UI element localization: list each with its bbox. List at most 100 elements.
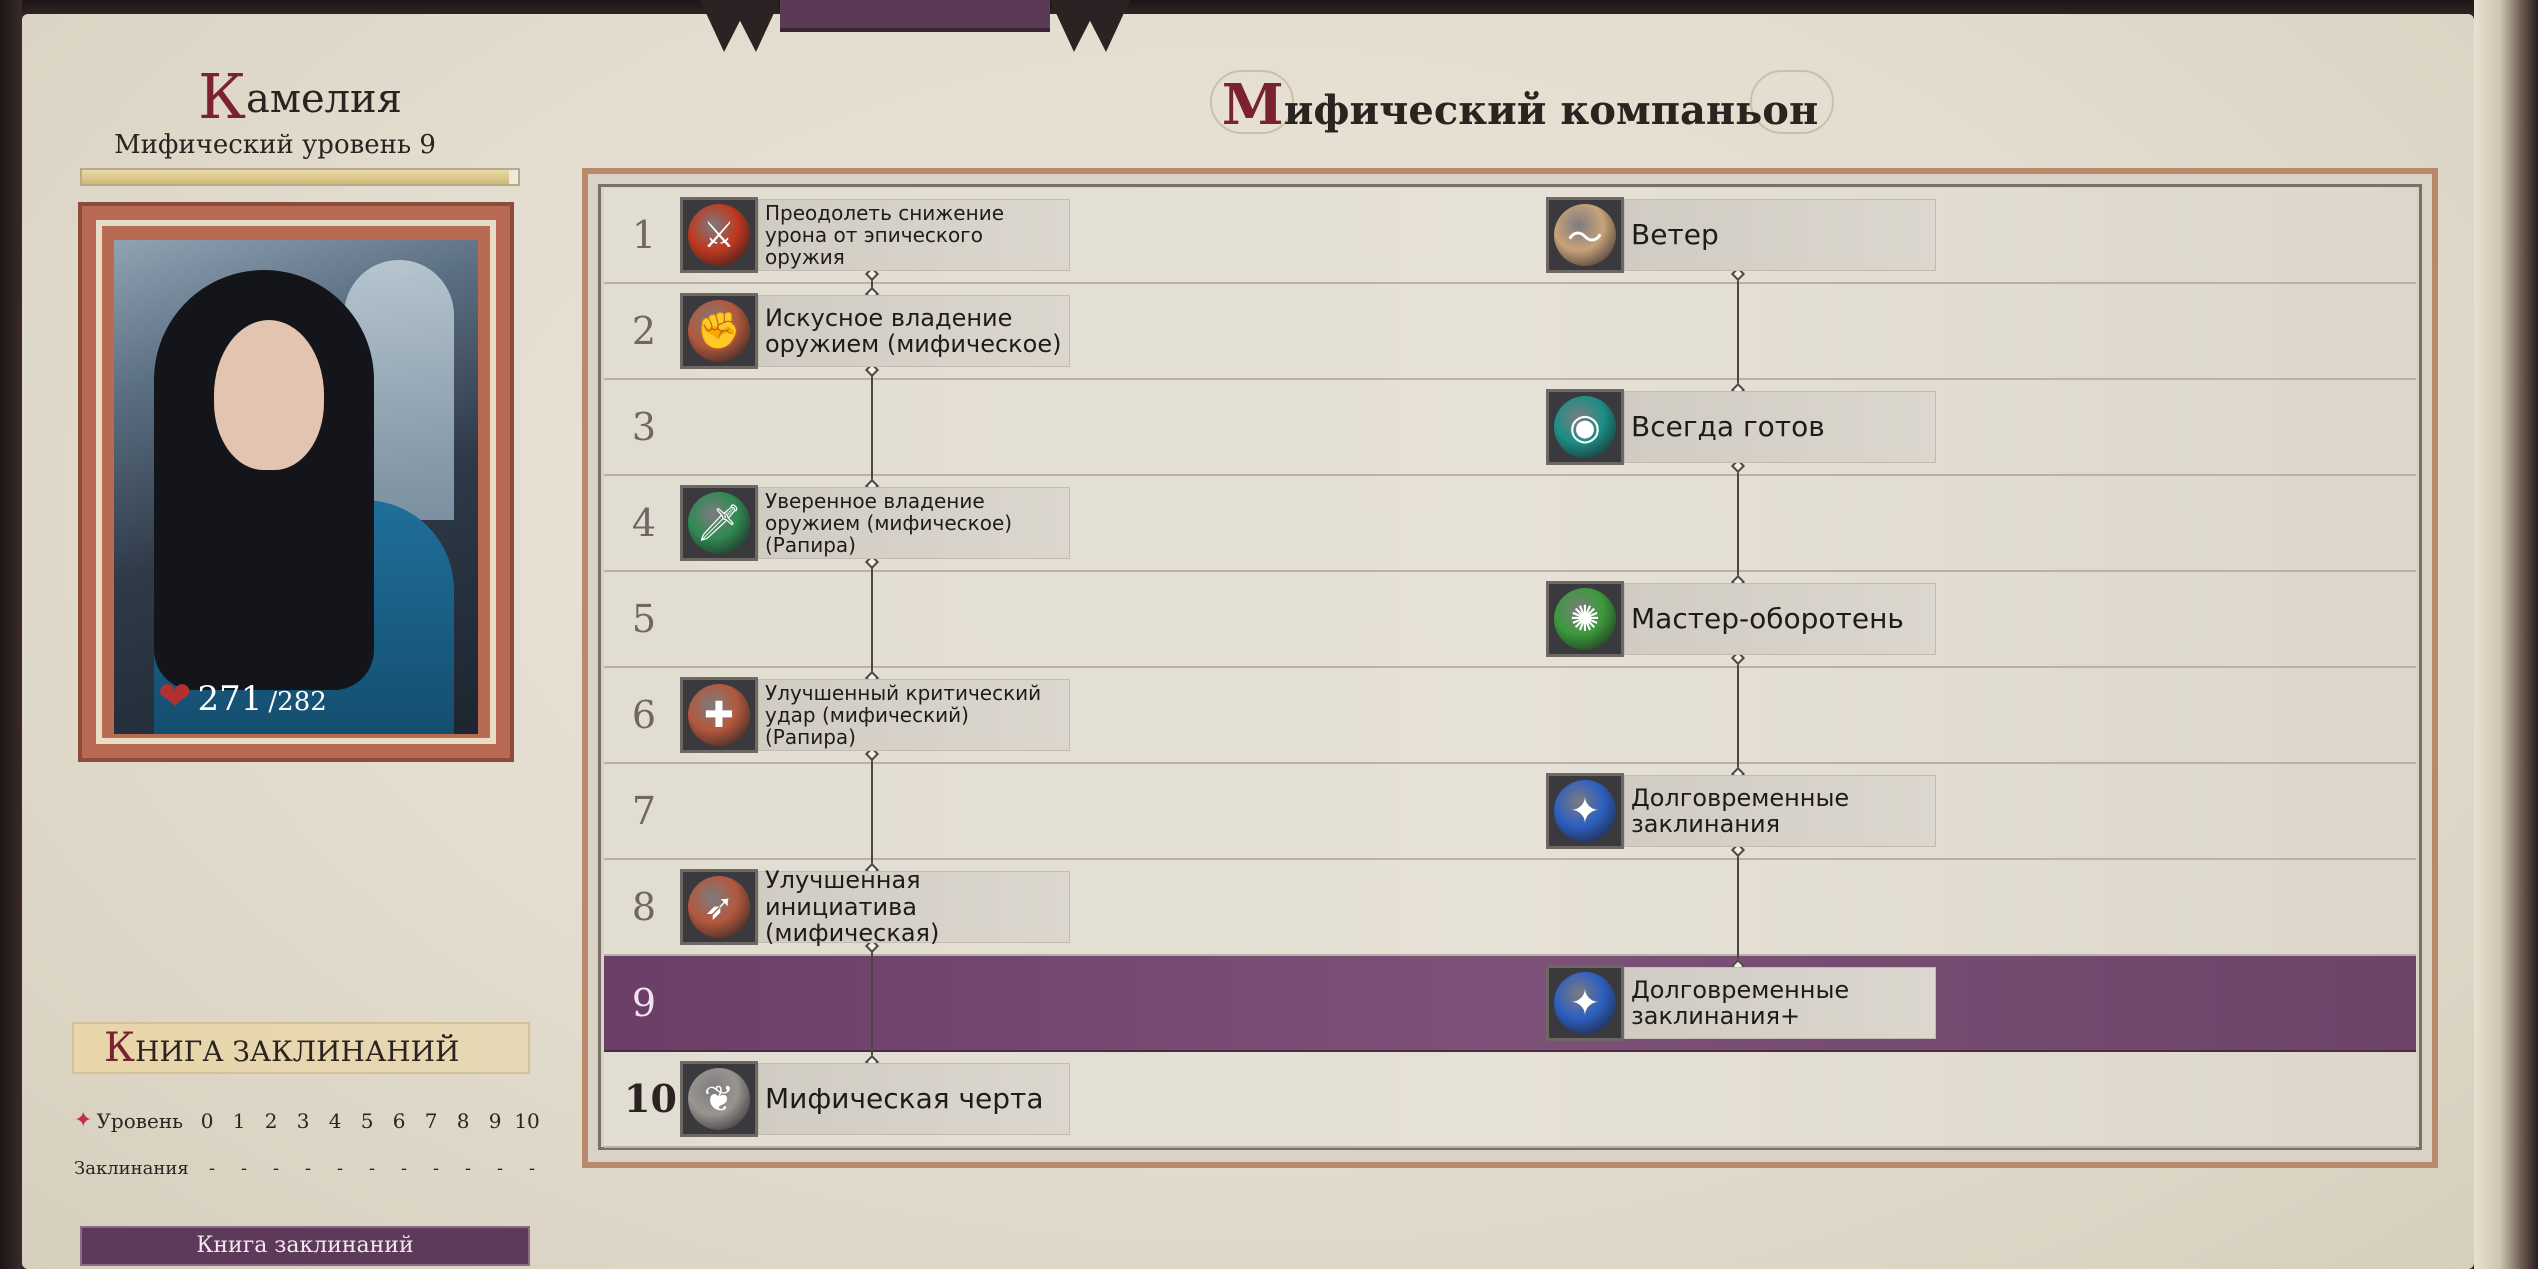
row-number: 2: [631, 309, 657, 353]
ability-weapon-slash[interactable]: ⚔ Преодолеть снижение урона от эпического…: [680, 197, 1070, 273]
weapon-slash-icon: ⚔: [688, 204, 750, 266]
ability-label: Мифическая черта: [758, 1063, 1070, 1135]
spell-level-0: 0: [200, 1108, 214, 1133]
ability-weapon-focus[interactable]: ✊ Искусное владение оружием (мифическое): [680, 293, 1070, 369]
spell-level-10: 10: [514, 1108, 540, 1133]
row-number: 10: [624, 1076, 677, 1121]
ability-icon-frame[interactable]: ✺: [1546, 581, 1624, 657]
top-ornament: [700, 0, 1130, 52]
spellbook-heading: КНИГА ЗАКЛИНАНИЙ: [72, 1022, 530, 1074]
extend-spell-icon: ✦: [1554, 780, 1616, 842]
ability-icon-frame[interactable]: ✚: [680, 677, 758, 753]
mythic-row-3[interactable]: 3: [604, 380, 2416, 476]
portrait-frame[interactable]: ❤ 271/282: [78, 202, 514, 762]
spell-count: -: [240, 1158, 248, 1179]
character-portrait: ❤ 271/282: [114, 240, 478, 734]
progression-line: [1737, 273, 1739, 391]
spell-count: -: [208, 1158, 216, 1179]
spell-levels-row: ✦ Уровень 0 1 2 3 4 5 6 7 8 9 10: [74, 1108, 543, 1133]
row-number: 3: [631, 405, 657, 449]
spell-level-5: 5: [360, 1108, 374, 1133]
progression-line: [1737, 465, 1739, 583]
row-number: 6: [631, 693, 657, 737]
winged-icon: ❦: [688, 1068, 750, 1130]
spell-count: -: [464, 1158, 472, 1179]
ability-label: Уверенное владение оружием (мифическое) …: [758, 487, 1070, 559]
wind-icon: 〜: [1554, 204, 1616, 266]
ability-icon-frame[interactable]: ➶: [680, 869, 758, 945]
spell-counts: -----------: [196, 1158, 548, 1179]
spell-level-1: 1: [232, 1108, 246, 1133]
hit-points: ❤ 271/282: [158, 674, 327, 720]
ability-label: Долговременные заклинания+: [1624, 967, 1936, 1039]
spell-level-7: 7: [424, 1108, 438, 1133]
spell-count: -: [400, 1158, 408, 1179]
progression-line: [871, 753, 873, 871]
ability-eye-claw[interactable]: ◉ Всегда готов: [1546, 389, 1936, 465]
ability-label: Искусное владение оружием (мифическое): [758, 295, 1070, 367]
mythic-xp-bar: [80, 168, 520, 186]
ability-wind[interactable]: 〜 Ветер: [1546, 197, 1936, 273]
page-title: Мифический компаньон: [1221, 72, 1819, 138]
spell-count: -: [304, 1158, 312, 1179]
ornament-claw-left: [700, 0, 780, 52]
extend-spell-plus-icon: ✦: [1554, 972, 1616, 1034]
ability-icon-frame[interactable]: ✦: [1546, 965, 1624, 1041]
spell-count: -: [528, 1158, 536, 1179]
row-number: 9: [631, 981, 657, 1025]
ability-sword[interactable]: 🗡 Уверенное владение оружием (мифическое)…: [680, 485, 1070, 561]
progression-line: [1737, 657, 1739, 775]
mythic-level-label: Мифический уровень 9: [114, 130, 436, 160]
ability-label: Долговременные заклинания: [1624, 775, 1936, 847]
window-frame-right: [2474, 0, 2538, 1269]
ability-winged[interactable]: ❦ Мифическая черта: [680, 1061, 1070, 1137]
ability-label: Улучшенная инициатива (мифическая): [758, 867, 1070, 946]
progression-line: [871, 561, 873, 679]
spell-count: -: [272, 1158, 280, 1179]
wolf-icon: ✺: [1554, 588, 1616, 650]
ability-extend-spell[interactable]: ✦ Долговременные заклинания: [1546, 773, 1936, 849]
ornament-claw-right: [1050, 0, 1130, 52]
ability-icon-frame[interactable]: ✊: [680, 293, 758, 369]
ability-icon-frame[interactable]: ❦: [680, 1061, 758, 1137]
mythic-row-7[interactable]: 7: [604, 764, 2416, 860]
spell-level-4: 4: [328, 1108, 342, 1133]
ability-label: Всегда готов: [1624, 391, 1936, 463]
spellbook-button[interactable]: Книга заклинаний: [80, 1226, 530, 1266]
ability-label: Улучшенный критический удар (мифический)…: [758, 679, 1070, 751]
spell-level-2: 2: [264, 1108, 278, 1133]
ability-icon-frame[interactable]: 〜: [1546, 197, 1624, 273]
ability-extend-spell-plus[interactable]: ✦ Долговременные заклинания+: [1546, 965, 1936, 1041]
character-name: Камелия: [198, 60, 402, 133]
spell-count: -: [368, 1158, 376, 1179]
portrait-face: [214, 320, 324, 470]
ornament-bar: [780, 0, 1050, 32]
progression-line: [871, 945, 873, 1063]
ability-icon-frame[interactable]: 🗡: [680, 485, 758, 561]
mythic-row-5[interactable]: 5: [604, 572, 2416, 668]
row-number: 1: [631, 213, 657, 257]
spell-levels: 0 1 2 3 4 5 6 7 8 9 10: [191, 1109, 543, 1133]
spell-level-9: 9: [488, 1108, 502, 1133]
mythic-row-9[interactable]: 9: [604, 956, 2416, 1052]
progression-line: [871, 369, 873, 487]
spell-level-8: 8: [456, 1108, 470, 1133]
heart-icon: ❤: [158, 674, 192, 720]
spell-count: -: [336, 1158, 344, 1179]
ability-icon-frame[interactable]: ◉: [1546, 389, 1624, 465]
ability-initiative[interactable]: ➶ Улучшенная инициатива (мифическая): [680, 867, 1070, 946]
spell-level-label: Уровень: [96, 1108, 184, 1133]
ability-wolf[interactable]: ✺ Мастер-оборотень: [1546, 581, 1936, 657]
window-frame-left: [0, 0, 22, 1269]
ability-icon-frame[interactable]: ⚔: [680, 197, 758, 273]
ability-critical-heart[interactable]: ✚ Улучшенный критический удар (мифический…: [680, 677, 1070, 753]
progression-line: [1737, 849, 1739, 967]
row-number: 8: [631, 885, 657, 929]
eye-claw-icon: ◉: [1554, 396, 1616, 458]
ability-icon-frame[interactable]: ✦: [1546, 773, 1624, 849]
weapon-focus-icon: ✊: [688, 300, 750, 362]
spell-level-3: 3: [296, 1108, 310, 1133]
row-number: 7: [631, 789, 657, 833]
row-number: 5: [631, 597, 657, 641]
ability-label: Мастер-оборотень: [1624, 583, 1936, 655]
